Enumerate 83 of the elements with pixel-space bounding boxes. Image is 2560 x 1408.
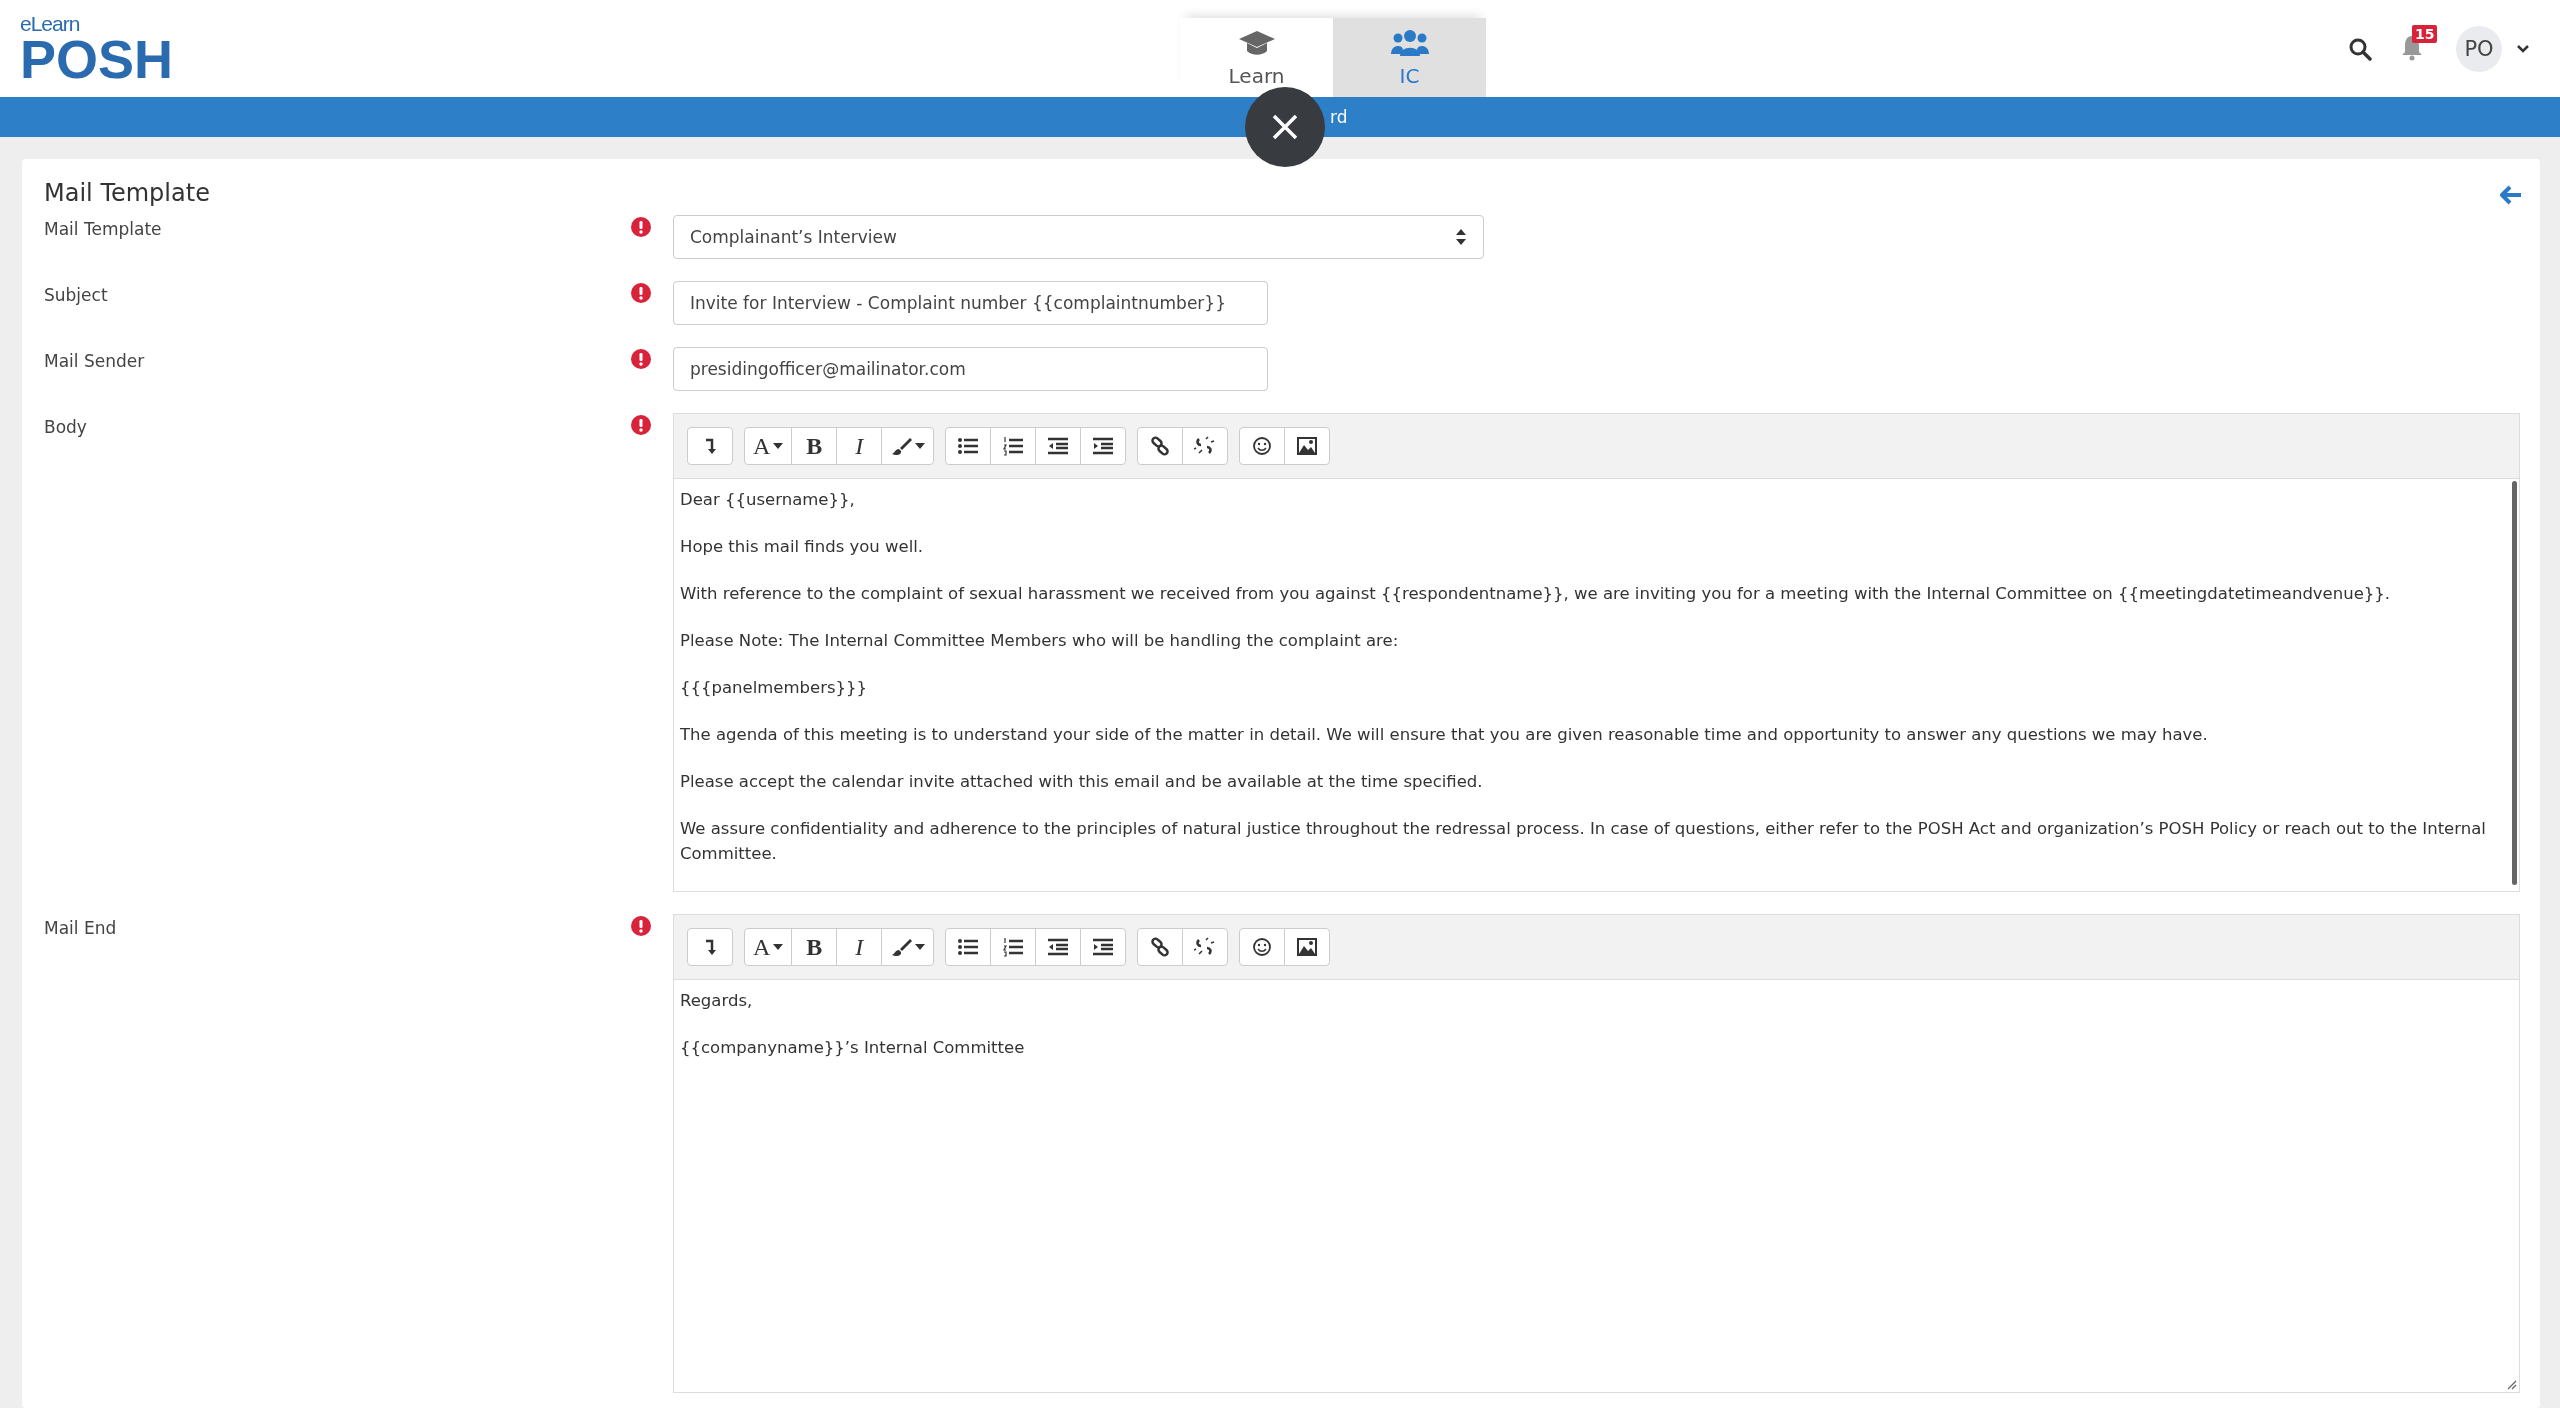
text-field[interactable]: Invite for Interview - Complaint number {{complaintnumber}} [673,281,1268,325]
caret-icon[interactable] [2516,43,2530,54]
image-icon [1296,937,1319,957]
image-icon [1296,436,1319,456]
font-button[interactable]: A [744,928,793,966]
paragraph: Dear {{username}}, [680,489,856,511]
field-label: Mail Sender [44,350,146,373]
link-button[interactable] [1137,928,1184,966]
bullet-list-button[interactable] [945,427,992,465]
breadcrumb-label[interactable]: rd [1330,107,1348,127]
search-icon[interactable] [2348,36,2372,61]
color-button[interactable] [881,427,935,465]
field-label: Mail End [44,917,118,940]
indent-button[interactable] [1080,427,1127,465]
avatar[interactable]: PO [2456,25,2502,72]
close-icon [1270,112,1300,142]
indent-icon [1092,937,1115,957]
paragraph: Regards, [680,990,754,1012]
paragraph: {{{panelmembers}}} [680,677,869,699]
paragraph: {{companyname}}’s Internal Committee [680,1037,1026,1059]
emoji-button[interactable] [1239,928,1286,966]
logo-text: eLearn [20,13,81,34]
font-button[interactable]: A [744,427,793,465]
caret-icon [915,943,926,951]
bullet-list-button[interactable] [945,928,992,966]
nav-tab[interactable]: Learn [1180,18,1333,97]
emoji-button[interactable] [1239,427,1286,465]
dropdown-value: Complainant’s Interview [690,227,897,247]
field-label: Subject [44,284,109,307]
field-label: Body [44,416,88,439]
paragraph: With reference to the complaint of sexual harassment we received from you against {{respondentname}}, we are inviting you for a meeting with the Internal Committee on {{meetingdatetimeandvenue}}. [680,583,2392,605]
paragraph: The agenda of this meeting is to understand your side of the matter in detail. We will ensure that you are given reasonable time and opportunity to answer any questions we may have. [680,724,2209,746]
indent-icon [1092,436,1115,456]
format-button[interactable] [687,928,733,966]
resize-grip-icon[interactable] [2505,1378,2517,1390]
outdent-icon [1047,436,1070,456]
bold-button[interactable]: B [791,928,838,966]
form-title: Mail Template [44,179,210,207]
link-button[interactable] [1137,427,1184,465]
paragraph: Please accept the calendar invite attached with this email and be available at the time specified. [680,771,1484,793]
unlink-button[interactable] [1182,928,1229,966]
unlink-icon [1194,937,1217,957]
caret-icon [773,943,784,951]
editor-content[interactable]: Regards, {{companyname}}’s Internal Committee [674,980,2519,1392]
link-icon [1149,436,1172,456]
logo-wordmark: POSH [20,33,174,84]
smiley-icon [1251,937,1274,957]
numbered-list-button[interactable] [990,427,1037,465]
paragraph: Hope this mail finds you well. [680,536,925,558]
unlink-icon [1194,436,1217,456]
bullet-list-icon [957,436,980,456]
back-arrow-icon[interactable] [2500,185,2522,205]
color-button[interactable] [881,928,935,966]
brush-icon [890,937,913,957]
paragraph: We assure confidentiality and adherence to the principles of natural justice throughout the redressal process. In case of questions, either refer to the POSH Act and organization’s POSH Policy or reach out to the Internal Committee. [680,818,2487,865]
image-button[interactable] [1284,427,1331,465]
smiley-icon [1251,436,1274,456]
scrollbar[interactable] [2512,481,2517,885]
users-icon [1390,27,1429,58]
italic-button[interactable]: I [836,427,883,465]
outdent-icon [1047,937,1070,957]
numbered-list-icon [1002,436,1025,456]
italic-button[interactable]: I [836,928,883,966]
brush-icon [890,436,913,456]
template-dropdown[interactable]: Complainant’s Interview [673,215,1484,259]
notification-badge: 15 [2412,24,2438,43]
outdent-button[interactable] [1035,928,1082,966]
sort-caret-icon [1455,228,1467,246]
image-button[interactable] [1284,928,1331,966]
caret-icon [773,442,784,450]
bullet-list-icon [957,937,980,957]
caret-icon [915,442,926,450]
numbered-list-icon [1002,937,1025,957]
outdent-button[interactable] [1035,427,1082,465]
bold-button[interactable]: B [791,427,838,465]
text-field[interactable]: presidingofficer@mailinator.com [673,347,1268,391]
paragraph: Please Note: The Internal Committee Members who will be handling the complaint are: [680,630,1400,652]
link-icon [1149,937,1172,957]
numbered-list-button[interactable] [990,928,1037,966]
unlink-button[interactable] [1182,427,1229,465]
field-label: Mail Template [44,218,163,241]
indent-button[interactable] [1080,928,1127,966]
format-button[interactable] [687,427,733,465]
